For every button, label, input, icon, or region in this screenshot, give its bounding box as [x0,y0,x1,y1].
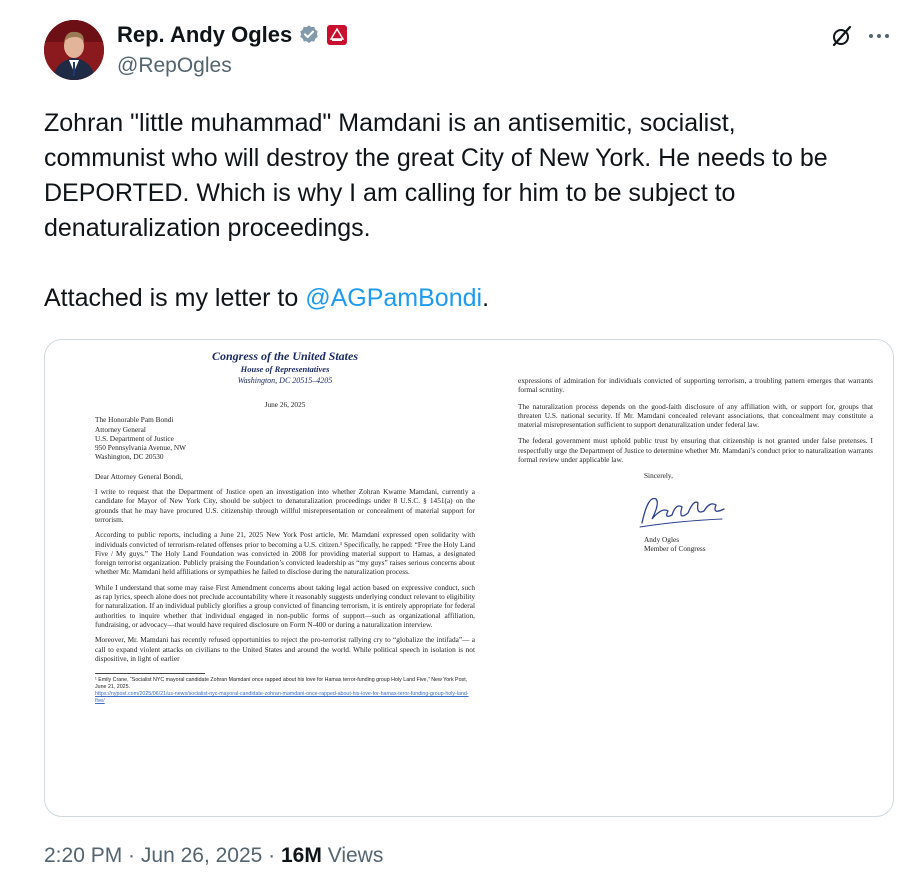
mention-link[interactable]: @AGPamBondi [305,284,482,312]
attached-prefix: Attached is my letter to [44,284,306,312]
tweet-date[interactable]: Jun 26, 2025 [141,844,262,867]
attached-suffix: . [482,284,490,312]
closing: Sincerely, [644,471,673,481]
letterhead-congress: Congress of the United States [211,349,358,363]
letter-page-1: Congress of the United States House of R… [95,348,475,705]
signer-title: Member of Congress [644,543,706,553]
tweet-time[interactable]: 2:20 PM [44,844,122,867]
letterhead-house: House of Representatives [240,364,330,374]
verified-badge-icon[interactable] [298,24,320,46]
letter-paragraph: While I understand that some may raise F… [95,582,475,629]
author-display-name[interactable]: Rep. Andy Ogles [117,22,292,48]
letter-page-2: expressions of admiration for individual… [518,376,873,553]
attached-letter-image[interactable]: Congress of the United States House of R… [44,339,894,817]
avatar[interactable] [44,20,104,80]
letter-paragraph: The naturalization process depends on th… [518,401,873,430]
tweet-attached-line: Attached is my letter to @AGPamBondi. [44,281,894,316]
recipient-address: The Honorable Pam Bondi Attorney General… [95,415,475,461]
letter-paragraph: According to public reports, including a… [95,530,475,577]
ellipsis-icon[interactable] [866,24,892,48]
address-line: The Honorable Pam Bondi [95,415,174,425]
footnote: ¹ Emily Crane, “Socialist NYC mayoral ca… [95,677,468,691]
us-flag-badge-icon[interactable] [326,24,348,46]
tweet-header: Rep. Andy Ogles @RepOgles [44,18,894,82]
tweet-line: DEPORTED. Which is why I am calling for … [44,179,736,207]
tweet-line: denaturalization proceedings. [44,214,371,242]
address-line: U.S. Department of Justice [95,433,174,443]
tweet-text: Zohran "little muhammad" Mamdani is an a… [44,106,894,316]
views-count: 16M [281,844,322,867]
signature-icon [638,485,728,535]
footnote-divider [95,673,205,675]
address-line: Washington, DC 20530 [95,452,164,462]
letter-paragraph: Moreover, Mr. Mamdani has recently refus… [95,635,475,663]
tweet-footer: 2:20 PM · Jun 26, 2025 · 16M Views [44,844,383,868]
separator: · [122,844,141,867]
letter-paragraph: The federal government must uphold publi… [518,436,873,465]
letterhead: Congress of the United States House of R… [95,348,475,386]
tweet-line: Zohran "little muhammad" Mamdani is an a… [44,109,736,137]
letter-date: June 26, 2025 [264,400,306,409]
paragraph-break [44,246,894,281]
address-line: Attorney General [95,424,146,434]
grok-slash-icon[interactable] [830,24,854,48]
letter-paragraph: I write to request that the Department o… [95,487,475,524]
letterhead-address: Washington, DC 20515–4205 [237,376,333,385]
letter-paragraph: expressions of admiration for individual… [518,376,873,395]
tweet-line: communist who will destroy the great Cit… [44,144,828,172]
author-handle[interactable]: @RepOgles [117,54,232,78]
views-label: Views [321,844,384,867]
signer-name: Andy Ogles [644,534,680,544]
separator: · [262,844,281,867]
footnote-link: https://nypost.com/2025/06/21/us-news/so… [95,691,469,705]
salutation: Dear Attorney General Bondi, [95,471,183,481]
address-line: 950 Pennsylvania Avenue, NW [95,443,187,453]
